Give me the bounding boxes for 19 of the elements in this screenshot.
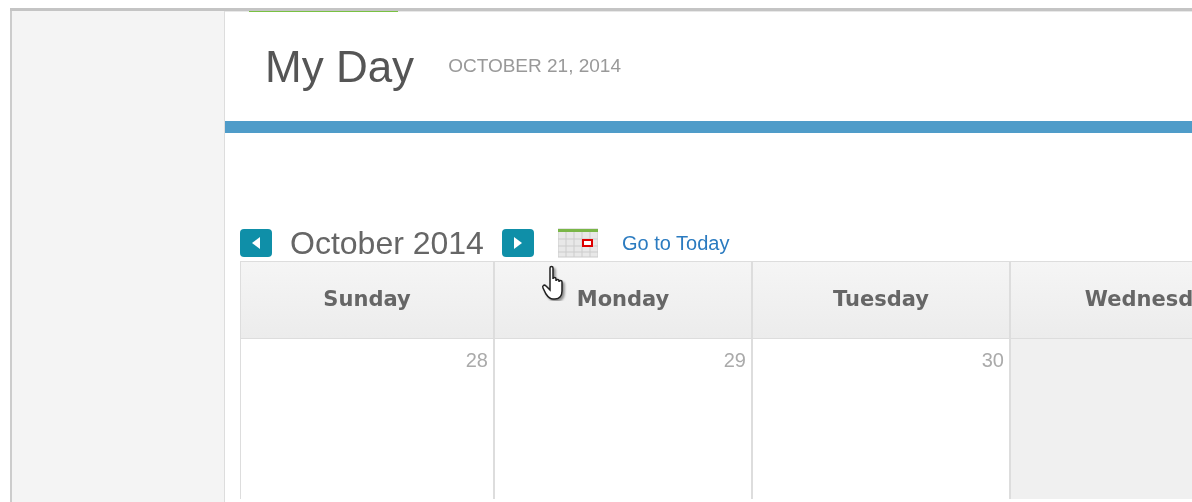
next-month-button[interactable] (501, 229, 534, 257)
day-number: 30 (981, 349, 1004, 371)
date-label: OCTOBER 21, 2014 (448, 54, 621, 79)
day-cell[interactable]: 29 (494, 339, 752, 499)
go-to-today-link[interactable]: Go to Today (621, 228, 730, 258)
month-title: October 2014 (290, 224, 484, 263)
weekday-header: Tuesday (752, 262, 1010, 339)
weekday-header: Sunday (240, 262, 494, 339)
weekday-header: Wednesd (1010, 262, 1192, 339)
day-cell[interactable] (1010, 339, 1192, 499)
calendar-icon[interactable] (557, 228, 598, 258)
day-number: 29 (723, 349, 746, 371)
left-triangle-icon (251, 237, 261, 249)
day-number: 28 (465, 349, 488, 371)
previous-month-button[interactable] (240, 229, 272, 257)
weekday-header: Monday (494, 262, 752, 339)
page-title: My Day (265, 40, 415, 93)
right-triangle-icon (512, 237, 523, 249)
day-cell[interactable]: 28 (240, 339, 494, 499)
